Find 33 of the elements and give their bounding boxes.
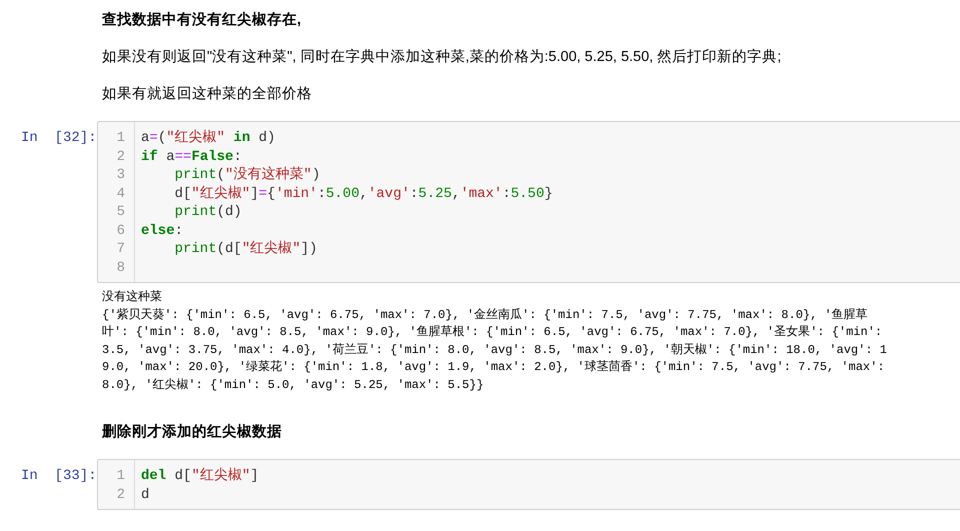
code-line: print(d["红尖椒"]) bbox=[174, 240, 318, 258]
paragraph-text: 如果没有则返回"没有这种菜", 同时在字典中添加这种菜,菜的价格为:5.00, 5.25, 5.50, 然后打印新的字典; bbox=[102, 48, 782, 67]
line-number: 2 bbox=[116, 486, 126, 504]
line-number: 5 bbox=[116, 203, 126, 222]
cell-prompt: In [33]: bbox=[20, 467, 97, 486]
code-line: d bbox=[141, 486, 150, 504]
line-number: 7 bbox=[116, 240, 126, 258]
line-number: 1 bbox=[116, 129, 126, 148]
heading-text: 查找数据中有没有红尖椒存在, bbox=[102, 10, 302, 30]
line-number: 4 bbox=[116, 184, 126, 203]
code-line: a=("红尖椒" in d) bbox=[141, 129, 276, 148]
code-line: del d["红尖椒"] bbox=[141, 467, 259, 486]
cell-prompt: In [32]: bbox=[20, 129, 97, 148]
output-line: 8.0}, '红尖椒': {'min': 5.0, 'avg': 5.25, 'max': 5.5}} bbox=[102, 376, 485, 394]
heading-text: 删除刚才添加的红尖椒数据 bbox=[102, 422, 283, 442]
code-line: print(d) bbox=[174, 203, 243, 222]
code-line: print("没有这种菜") bbox=[174, 166, 322, 184]
line-number: 8 bbox=[116, 258, 126, 277]
output-line: 9.0, 'max': 20.0}, '绿菜花': {'min': 1.8, 'avg': 1.9, 'max': 2.0}, '球茎茴香': {'min': 7.5, 'avg': 7.75, 'max': bbox=[102, 359, 886, 376]
output-line: 没有这种菜 bbox=[102, 289, 163, 306]
code-line: else: bbox=[141, 222, 184, 240]
code-editor[interactable]: 1 2 del d["红尖椒"] d bbox=[97, 459, 960, 510]
code-line: d["红尖椒"]={'min':5.00,'avg':5.25,'max':5.50} bbox=[174, 184, 553, 203]
line-number: 2 bbox=[116, 148, 126, 166]
output-line: 3.5, 'avg': 3.75, 'max': 4.0}, '荷兰豆': {'min': 8.0, 'avg': 8.5, 'max': 9.0}, '朝天椒': {'min': 18.0, 'avg': 1 bbox=[102, 342, 888, 358]
code-line: if a==False: bbox=[141, 148, 243, 166]
code-editor[interactable]: 1 2 3 4 5 6 7 8 a=("红尖椒" in d) if a==False: print("没有这种菜") d["红尖椒"]={'min':5.00,'avg':5.25,'max':5.50} print(d) else: print(d["红尖椒"]) bbox=[97, 121, 960, 283]
line-number: 6 bbox=[116, 222, 126, 240]
line-number: 1 bbox=[116, 467, 126, 486]
output-line: 叶': {'min': 8.0, 'avg': 8.5, 'max': 9.0}, '鱼腥草根': {'min': 6.5, 'avg': 6.75, 'max': 7.0}, '圣女果': {'min': bbox=[102, 324, 884, 341]
output-line: {'紫贝天葵': {'min': 6.5, 'avg': 6.75, 'max': 7.0}, '金丝南瓜': {'min': 7.5, 'avg': 7.75, 'max': 8.0}, '鱼腥草 bbox=[102, 306, 869, 324]
line-number: 3 bbox=[116, 166, 126, 184]
paragraph-text: 如果有就返回这种菜的全部价格 bbox=[102, 84, 313, 104]
